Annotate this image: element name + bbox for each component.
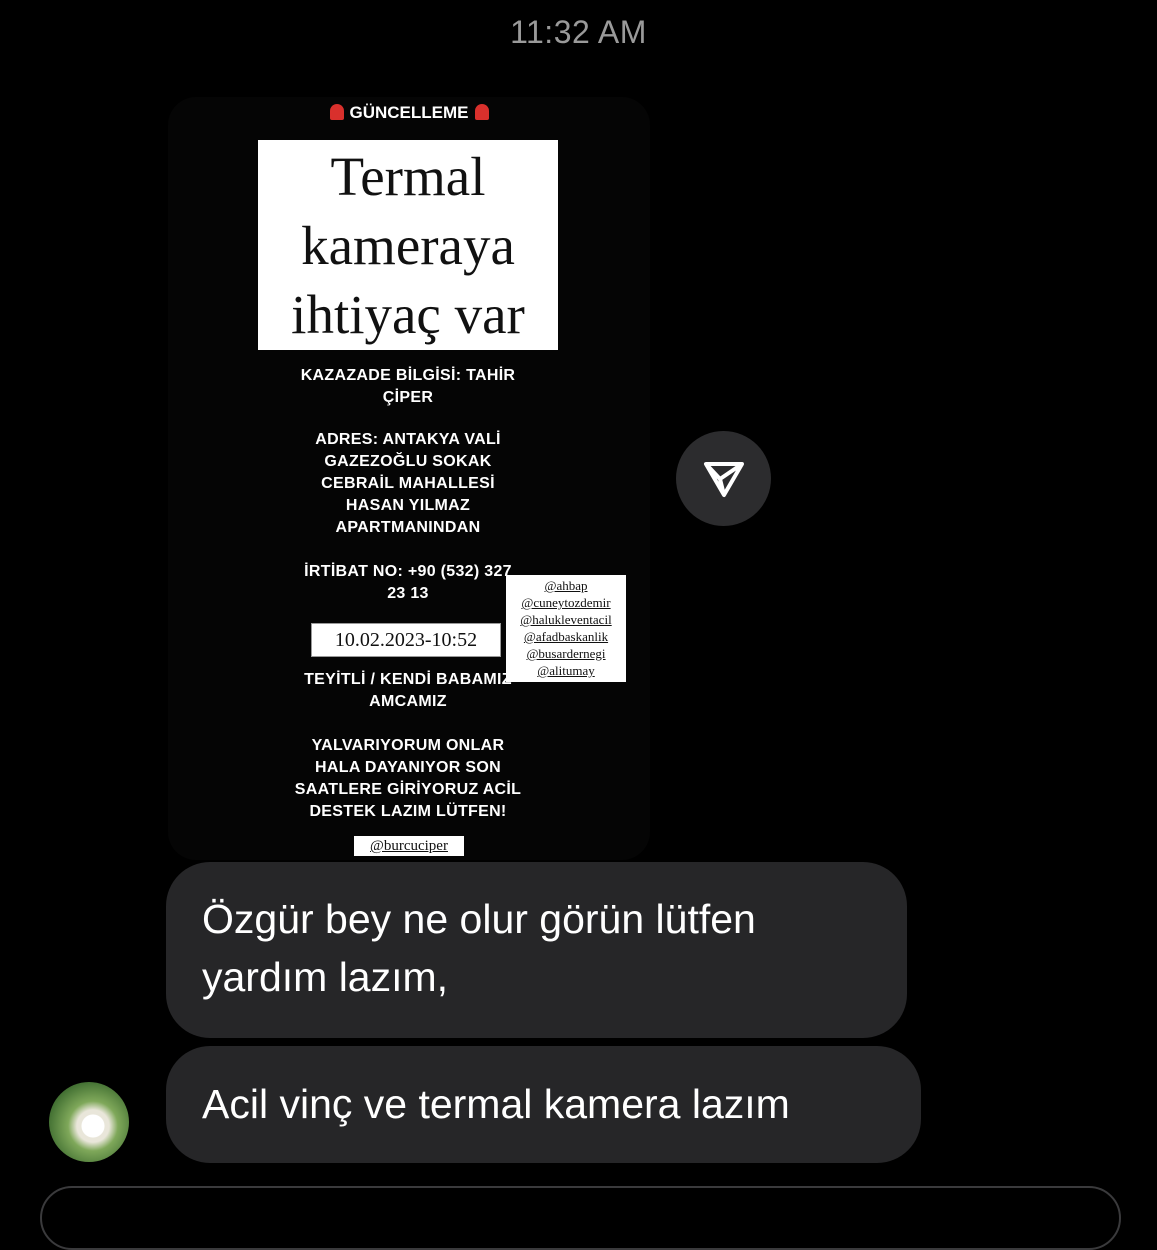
send-paper-plane-icon [703, 461, 744, 497]
mention-tag: @halukleventacil [520, 612, 612, 627]
victim-info: KAZAZADE BİLGİSİ: TAHİR ÇİPER [300, 367, 516, 406]
verified-info: TEYİTLİ / KENDİ BABAMIZ AMCAMIZ [304, 671, 512, 710]
message-bubble[interactable]: Acil vinç ve termal kamera lazım [166, 1046, 921, 1163]
date-sticker: 10.02.2023-10:52 [311, 623, 501, 657]
plea-info: YALVARIYORUM ONLAR HALA DAYANIYOR SON SA… [294, 737, 522, 820]
message-text: Özgür bey ne olur görün lütfen yardım la… [202, 896, 756, 1000]
siren-icon [329, 104, 344, 120]
mentions-sticker: @ahbap @cuneytozdemir @halukleventacil @… [506, 575, 626, 682]
siren-icon [474, 104, 489, 120]
update-banner: GÜNCELLEME [168, 103, 650, 123]
mention-tag: @busardernegi [526, 646, 606, 661]
headline-line: ihtiyaç var [291, 284, 525, 345]
update-label: GÜNCELLEME [349, 103, 469, 122]
message-timestamp: 11:32 AM [510, 14, 647, 50]
message-text: Acil vinç ve termal kamera lazım [202, 1081, 790, 1127]
author-handle: @burcuciper [354, 836, 464, 856]
message-bubble[interactable]: Özgür bey ne olur görün lütfen yardım la… [166, 862, 907, 1038]
address-info: ADRES: ANTAKYA VALİ GAZEZOĞLU SOKAK CEBR… [315, 431, 501, 536]
sender-avatar[interactable] [49, 1082, 129, 1162]
shared-story-card[interactable]: GÜNCELLEME Termal kameraya ihtiyaç var K… [168, 97, 650, 860]
headline-line: Termal [330, 146, 486, 207]
headline-line: kameraya [301, 215, 515, 276]
mention-tag: @ahbap [544, 578, 588, 593]
mention-tag: @cuneytozdemir [521, 595, 611, 610]
share-button[interactable] [676, 431, 771, 526]
contact-info: İRTİBAT NO: +90 (532) 327 23 13 [304, 563, 512, 602]
mention-tag: @afadbaskanlik [523, 629, 609, 644]
story-headline: Termal kameraya ihtiyaç var [258, 140, 558, 350]
message-composer[interactable] [40, 1186, 1121, 1250]
